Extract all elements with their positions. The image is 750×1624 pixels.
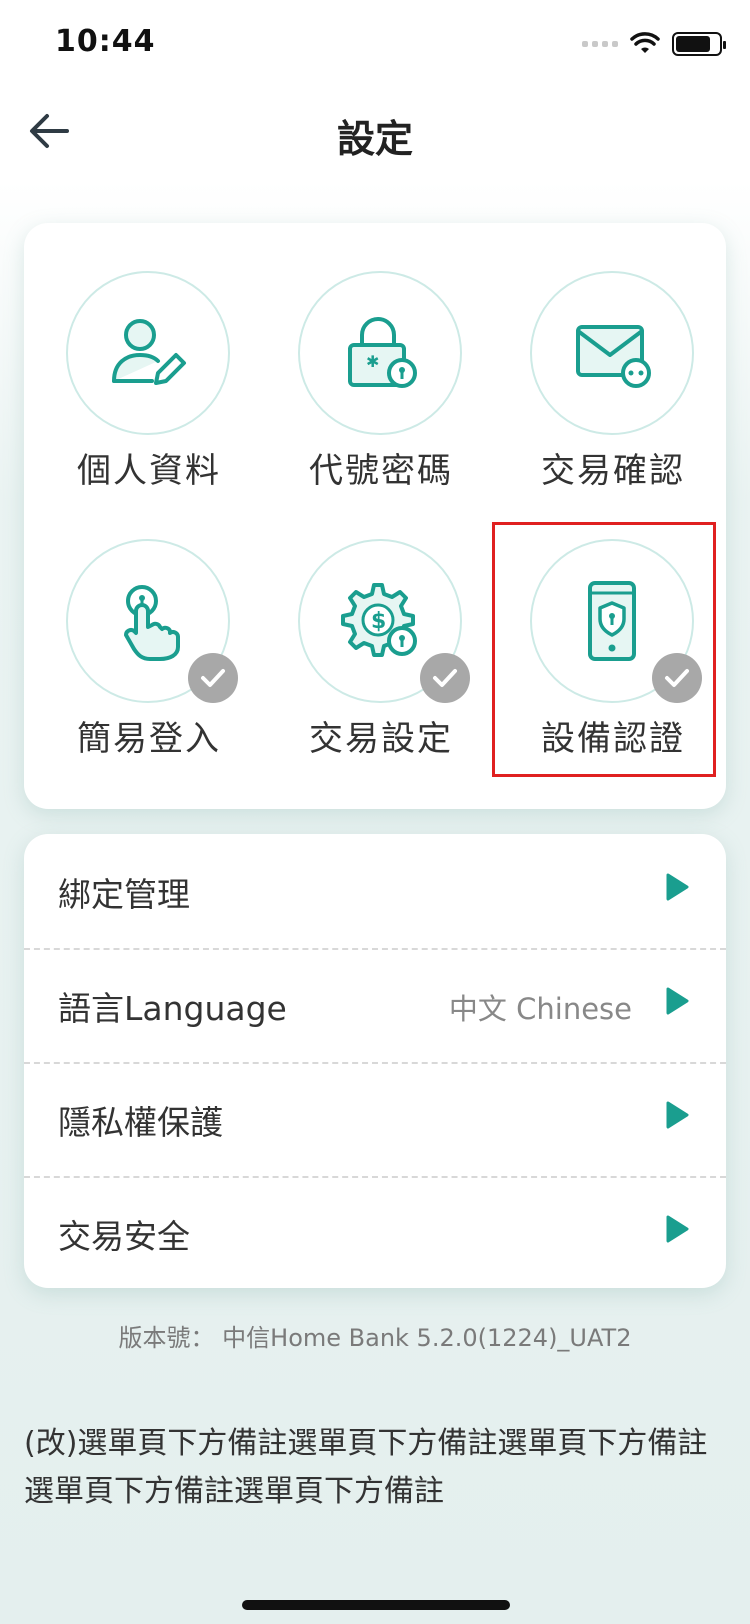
tile-label: 簡易登入 [77,719,221,759]
divider [24,1176,726,1178]
person-edit-icon [112,319,186,385]
list-item-binding-management[interactable]: 綁定管理 [24,834,726,948]
status-time: 10:44 [55,24,156,59]
play-arrow-icon [666,873,689,901]
list-item-label: 交易安全 [58,1217,190,1256]
play-arrow-icon [666,1101,689,1129]
battery-icon [672,32,726,56]
list-item-label: 語言Language [58,989,287,1028]
tile-personal-info[interactable]: 個人資料 [32,271,266,531]
status-bar: 10:44 [0,0,750,90]
list-item-privacy-protection[interactable]: 隱私權保護 [24,1062,726,1176]
touch-lock-icon [124,585,180,661]
list-item-transaction-security[interactable]: 交易安全 [24,1176,726,1290]
gear-dollar-icon: $ [341,583,417,657]
list-item-label: 綁定管理 [58,875,190,914]
tile-icon-circle: ✱ [298,271,462,435]
list-item-label: 隱私權保護 [58,1103,223,1142]
divider [24,948,726,950]
tile-transaction-confirm[interactable]: 交易確認 [496,271,730,531]
mail-message-icon [576,325,651,388]
divider [24,1062,726,1064]
home-indicator [242,1600,510,1610]
tile-label: 個人資料 [77,451,221,491]
lock-icon: ✱ [348,317,417,388]
tile-label: 交易確認 [541,451,685,491]
tile-easy-login[interactable]: 簡易登入 [32,539,266,799]
play-arrow-icon [666,1215,689,1243]
tile-id-password[interactable]: ✱ 代號密碼 [264,271,498,531]
tile-icon-circle [530,271,694,435]
tile-transaction-settings[interactable]: $ 交易設定 [264,539,498,799]
status-icons [582,32,726,56]
version-text: 版本號： 中信Home Bank 5.2.0(1224)_UAT2 [118,1324,632,1352]
page-title: 設定 [336,117,413,161]
tile-icon-circle [66,271,230,435]
checkmark-badge-icon [420,653,470,703]
tile-label: 代號密碼 [309,451,453,491]
highlight-box [492,522,716,777]
settings-list-card: 綁定管理 語言Language 中文 Chinese 隱私權保護 交易安全 [24,834,726,1288]
play-arrow-icon [666,987,689,1015]
list-item-value: 中文 Chinese [448,992,632,1026]
svg-text:$: $ [371,609,386,634]
navigation-bar: 設定 [0,90,750,180]
signal-icon [582,41,618,47]
wifi-icon [630,32,660,53]
remark-text: (改)選單頁下方備註選單頁下方備註選單頁下方備註選單頁下方備註選單頁下方備註 [24,1426,708,1509]
checkmark-badge-icon [188,653,238,703]
list-item-language[interactable]: 語言Language 中文 Chinese [24,948,726,1062]
tile-label: 交易設定 [309,719,453,759]
svg-text:✱: ✱ [366,352,379,371]
